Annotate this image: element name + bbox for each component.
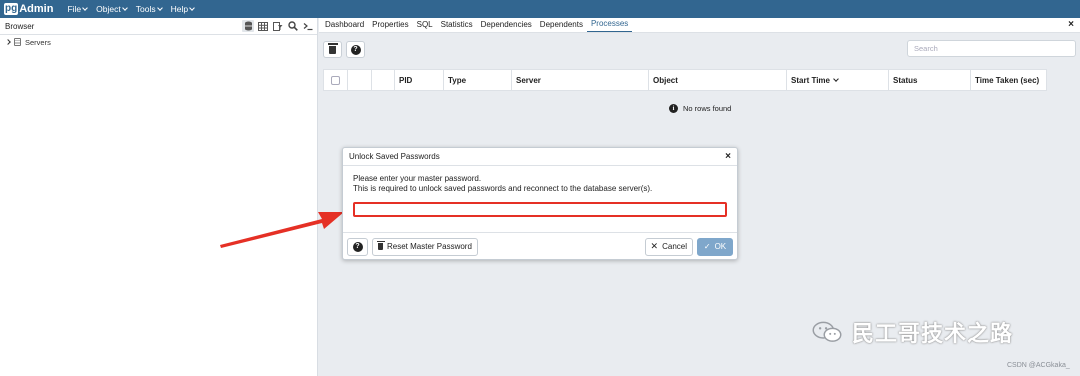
ok-button[interactable]: ✓ OK [697, 237, 733, 256]
close-icon[interactable]: × [725, 151, 731, 162]
watermark: 民工哥技术之路 [810, 316, 1013, 348]
reset-master-password-label: Reset Master Password [387, 242, 472, 251]
close-icon: ✕ [650, 241, 659, 251]
dialog-description: This is required to unlock saved passwor… [353, 184, 653, 193]
ok-label: OK [714, 242, 727, 251]
cancel-button[interactable]: ✕ Cancel [644, 237, 693, 256]
check-icon: ✓ [703, 242, 711, 251]
master-password-input[interactable] [353, 202, 727, 217]
reset-master-password-button[interactable]: Reset Master Password [372, 237, 478, 256]
cancel-label: Cancel [662, 242, 687, 251]
dialog-title: Unlock Saved Passwords [349, 152, 440, 161]
dialog-body: Please enter your master password. This … [343, 166, 737, 217]
dialog-header: Unlock Saved Passwords × [343, 148, 737, 166]
watermark-credit: CSDN @ACGkaka_ [1007, 362, 1070, 369]
dialog-footer: ? Reset Master Password ✕ Cancel ✓ OK [343, 232, 737, 260]
unlock-passwords-dialog: Unlock Saved Passwords × Please enter yo… [342, 147, 738, 260]
trash-icon [376, 241, 385, 250]
wechat-icon [812, 321, 842, 342]
question-icon: ? [352, 241, 363, 252]
watermark-text: 民工哥技术之路 [852, 322, 1014, 347]
dialog-help-button[interactable]: ? [347, 237, 368, 256]
dialog-instruction: Please enter your master password. [353, 174, 482, 183]
